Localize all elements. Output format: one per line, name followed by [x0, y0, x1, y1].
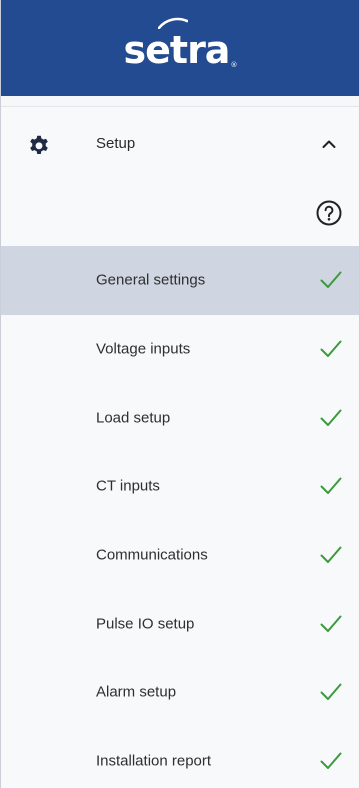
menu-item-label: Load setup — [96, 409, 171, 427]
menu-item-communications[interactable]: Communications — [1, 521, 359, 590]
menu-item-general-settings[interactable]: General settings — [1, 246, 359, 315]
logo-text: setra — [123, 28, 231, 72]
header-divider — [1, 96, 359, 107]
setup-navigation-panel: setra® Setup General settings Voltage in… — [0, 0, 360, 788]
checkmark-icon — [320, 477, 342, 495]
app-header: setra® — [1, 0, 359, 96]
setup-menu-list: General settings Voltage inputs Load set… — [1, 246, 359, 788]
menu-item-voltage-inputs[interactable]: Voltage inputs — [1, 315, 359, 384]
menu-item-load-setup[interactable]: Load setup — [1, 383, 359, 452]
setup-section-label: Setup — [96, 135, 136, 152]
setup-section-header[interactable]: Setup — [1, 107, 359, 181]
checkmark-icon — [320, 546, 342, 564]
chevron-up-icon[interactable] — [320, 135, 338, 153]
menu-item-label: Installation report — [96, 752, 212, 770]
menu-item-label: Communications — [96, 546, 208, 564]
menu-item-ct-inputs[interactable]: CT inputs — [1, 452, 359, 521]
setra-logo: setra® — [123, 17, 237, 72]
menu-item-installation-report[interactable]: Installation report — [1, 727, 359, 788]
menu-item-label: Voltage inputs — [96, 340, 191, 358]
menu-item-label: Alarm setup — [96, 683, 177, 701]
menu-item-label: Pulse IO setup — [96, 615, 195, 633]
checkmark-icon — [320, 615, 342, 632]
checkmark-icon — [320, 340, 342, 358]
menu-item-label: General settings — [96, 271, 206, 289]
menu-item-pulse-io-setup[interactable]: Pulse IO setup — [1, 589, 359, 658]
checkmark-icon — [320, 683, 342, 701]
gear-icon — [30, 135, 48, 154]
menu-item-label: CT inputs — [96, 477, 160, 495]
menu-item-alarm-setup[interactable]: Alarm setup — [1, 658, 359, 727]
registered-mark: ® — [230, 61, 237, 69]
checkmark-icon — [320, 271, 342, 289]
checkmark-icon — [320, 409, 342, 426]
logo-swoosh-icon — [157, 17, 188, 29]
checkmark-icon — [320, 752, 342, 770]
help-circle-icon[interactable] — [315, 199, 343, 227]
